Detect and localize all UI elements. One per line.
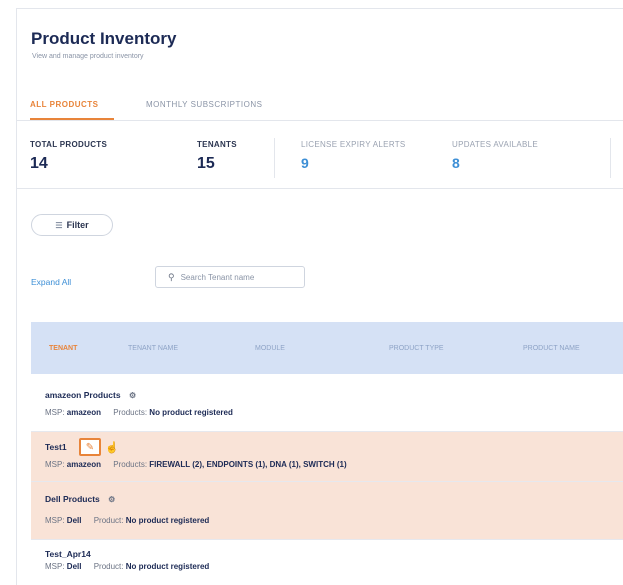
search-icon: ⚲ xyxy=(168,271,175,282)
msp-value: amazeon xyxy=(66,460,102,469)
column-header-product-name[interactable]: PRODUCT NAME xyxy=(523,345,580,352)
tenant-row[interactable]: Test_Apr14 MSP: Dell Product: No product… xyxy=(31,540,623,585)
msp-label: MSP: xyxy=(45,516,65,525)
tenant-row[interactable]: Test1 ✎ ☝ MSP: amazeon Products: FIREWAL… xyxy=(31,432,623,482)
stat-tenants: TENANTS 15 xyxy=(197,140,237,173)
stat-value: 15 xyxy=(197,155,215,172)
table-header: TENANT TENANT NAME MODULE PRODUCT TYPE P… xyxy=(31,322,623,374)
products-value: No product registered xyxy=(149,408,233,417)
expand-all-link[interactable]: Expand All xyxy=(31,277,71,287)
msp-value: amazeon xyxy=(66,408,102,417)
msp-label: MSP: xyxy=(45,460,65,469)
stat-total-products: TOTAL PRODUCTS 14 xyxy=(30,140,107,173)
stat-value: 9 xyxy=(301,155,309,171)
tenant-meta: MSP: Dell Product: No product registered xyxy=(45,562,209,571)
stat-license-expiry-alerts[interactable]: LICENSE EXPIRY ALERTS 9 xyxy=(301,140,406,171)
stat-value: 14 xyxy=(30,155,48,172)
products-label: Products: xyxy=(113,460,148,469)
products-label: Product: xyxy=(93,562,124,571)
tenant-search-box[interactable]: ⚲ xyxy=(155,266,305,288)
divider xyxy=(610,138,611,178)
stat-label: UPDATES AVAILABLE xyxy=(452,140,539,149)
tenant-search-input[interactable] xyxy=(178,271,301,283)
tenant-name-text: amazeon Products xyxy=(45,390,121,400)
tenant-meta: MSP: amazeon Products: FIREWALL (2), END… xyxy=(45,460,347,469)
page-title: Product Inventory xyxy=(31,29,177,48)
msp-label: MSP: xyxy=(45,408,65,417)
filter-icon: ☰ xyxy=(55,220,63,230)
products-value: FIREWALL (2), ENDPOINTS (1), DNA (1), SW… xyxy=(149,460,347,469)
column-header-tenant[interactable]: TENANT xyxy=(49,345,77,352)
filter-button[interactable]: ☰ Filter xyxy=(31,214,113,236)
tenant-name-text: Dell Products xyxy=(45,494,100,504)
msp-label: MSP: xyxy=(45,562,65,571)
column-header-product-type[interactable]: PRODUCT TYPE xyxy=(389,345,444,352)
tenant-name: amazeon Products ⚙ xyxy=(45,390,136,400)
tenant-name: Test1 xyxy=(45,442,67,452)
stat-label: LICENSE EXPIRY ALERTS xyxy=(301,140,406,149)
products-value: No product registered xyxy=(125,562,210,571)
tenant-name: Test_Apr14 xyxy=(45,549,91,559)
msp-value: Dell xyxy=(66,562,82,571)
tenant-info-icon[interactable]: ⚙ xyxy=(129,391,136,400)
tab-all-products[interactable]: ALL PRODUCTS xyxy=(30,100,99,109)
stat-label: TENANTS xyxy=(197,140,237,149)
tenant-info-icon[interactable]: ⚙ xyxy=(108,495,115,504)
pencil-icon: ✎ xyxy=(85,441,95,453)
hand-cursor-icon: ☝ xyxy=(105,442,119,454)
msp-value: Dell xyxy=(66,516,82,525)
tab-bar: ALL PRODUCTS MONTHLY SUBSCRIPTIONS xyxy=(16,92,623,121)
stat-label: TOTAL PRODUCTS xyxy=(30,140,108,149)
products-value: No product registered xyxy=(125,516,210,525)
stat-value: 8 xyxy=(452,155,460,171)
column-header-tenant-name[interactable]: TENANT NAME xyxy=(128,345,178,352)
tab-monthly-subscriptions[interactable]: MONTHLY SUBSCRIPTIONS xyxy=(146,100,262,109)
edit-button[interactable]: ✎ xyxy=(79,438,101,456)
products-label: Product: xyxy=(93,516,124,525)
page-subtitle: View and manage product inventory xyxy=(32,53,144,60)
tenant-meta: MSP: amazeon Products: No product regist… xyxy=(45,408,233,417)
tenant-row[interactable]: Dell Products ⚙ MSP: Dell Product: No pr… xyxy=(31,482,623,540)
stats-bar: TOTAL PRODUCTS 14 TENANTS 15 LICENSE EXP… xyxy=(16,130,623,189)
filter-label: Filter xyxy=(66,220,89,230)
tenant-name: Dell Products ⚙ xyxy=(45,494,115,504)
active-tab-indicator xyxy=(30,118,114,120)
divider xyxy=(274,138,275,178)
tenant-meta: MSP: Dell Product: No product registered xyxy=(45,516,209,525)
tenant-row[interactable]: amazeon Products ⚙ MSP: amazeon Products… xyxy=(31,374,623,432)
products-label: Products: xyxy=(113,408,148,417)
stat-updates-available[interactable]: UPDATES AVAILABLE 8 xyxy=(452,140,538,171)
column-header-module[interactable]: MODULE xyxy=(255,345,285,352)
